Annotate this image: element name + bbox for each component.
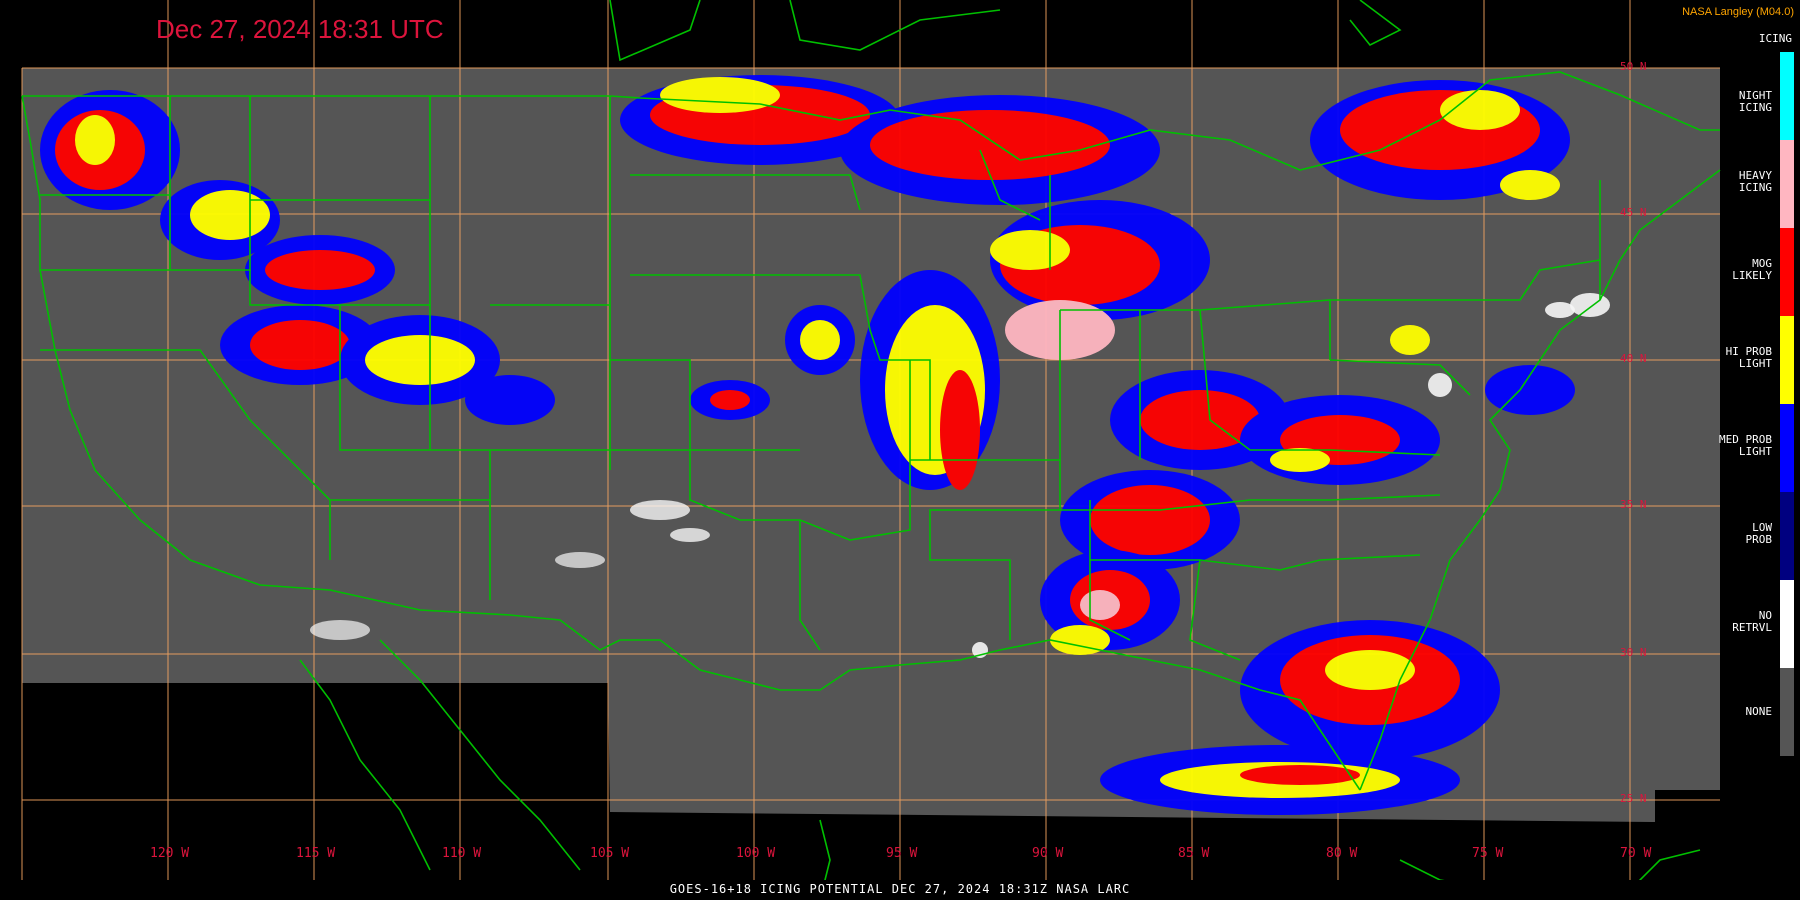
lon-label-80w: 80 W — [1326, 846, 1358, 861]
legend-item-none: NONE — [1718, 668, 1798, 756]
legend-label: HEAVY ICING — [1738, 169, 1772, 194]
lon-label-100w: 100 W — [736, 846, 776, 861]
lon-label-110w: 110 W — [442, 846, 482, 861]
lat-label-40n: 40 N — [1620, 352, 1647, 365]
legend-item-med-prob-light: MED PROB LIGHT — [1718, 404, 1798, 492]
legend-label: HI PROB LIGHT — [1725, 345, 1772, 370]
lon-label-105w: 105 W — [590, 846, 630, 861]
legend-swatch — [1780, 228, 1794, 316]
legend-label: NO RETRVL — [1732, 609, 1772, 634]
lon-label-90w: 90 W — [1032, 846, 1064, 861]
lat-label-25n: 25 N — [1620, 792, 1647, 805]
lon-label-75w: 75 W — [1472, 846, 1504, 861]
legend-label: NIGHT ICING — [1738, 89, 1772, 114]
legend-swatch — [1780, 52, 1794, 140]
lon-label-120w: 120 W — [150, 846, 190, 861]
footer-caption: GOES-16+18 ICING POTENTIAL DEC 27, 2024 … — [669, 882, 1131, 896]
lon-label-70w: 70 W — [1620, 846, 1652, 861]
lon-label-85w: 85 W — [1178, 846, 1210, 861]
legend-item-no-retrvl: NO RETRVL — [1718, 580, 1798, 668]
icing-map — [0, 0, 1800, 900]
legend-item-heavy-icing: HEAVY ICING — [1718, 140, 1798, 228]
legend-swatch — [1780, 492, 1794, 580]
legend-item-hi-prob-light: HI PROB LIGHT — [1718, 316, 1798, 404]
lon-label-95w: 95 W — [886, 846, 918, 861]
legend-item-mog-likely: MOG LIKELY — [1718, 228, 1798, 316]
legend-heading: ICING — [1758, 32, 1792, 45]
lat-label-50n: 50 N — [1620, 60, 1647, 73]
lat-label-35n: 35 N — [1620, 498, 1647, 511]
lon-label-115w: 115 W — [296, 846, 336, 861]
legend-swatch — [1780, 316, 1794, 404]
legend-swatch — [1780, 580, 1794, 668]
legend-label: LOW PROB — [1745, 521, 1773, 546]
credit-label: NASA Langley (M04.0) — [1682, 6, 1794, 18]
legend-swatch — [1780, 140, 1794, 228]
legend-swatch — [1780, 404, 1794, 492]
lat-label-45n: 45 N — [1620, 206, 1647, 219]
legend-item-night-icing: NIGHT ICING — [1718, 52, 1798, 140]
icing-legend: NIGHT ICING HEAVY ICING MOG LIKELY HI PR… — [1718, 52, 1798, 764]
legend-label: MOG LIKELY — [1732, 257, 1772, 282]
lat-label-30n: 30 N — [1620, 646, 1647, 659]
legend-swatch — [1780, 668, 1794, 756]
legend-label: MED PROB LIGHT — [1719, 433, 1772, 458]
timestamp-title: Dec 27, 2024 18:31 UTC — [156, 14, 444, 44]
legend-label: NONE — [1745, 705, 1773, 718]
legend-item-low-prob: LOW PROB — [1718, 492, 1798, 580]
